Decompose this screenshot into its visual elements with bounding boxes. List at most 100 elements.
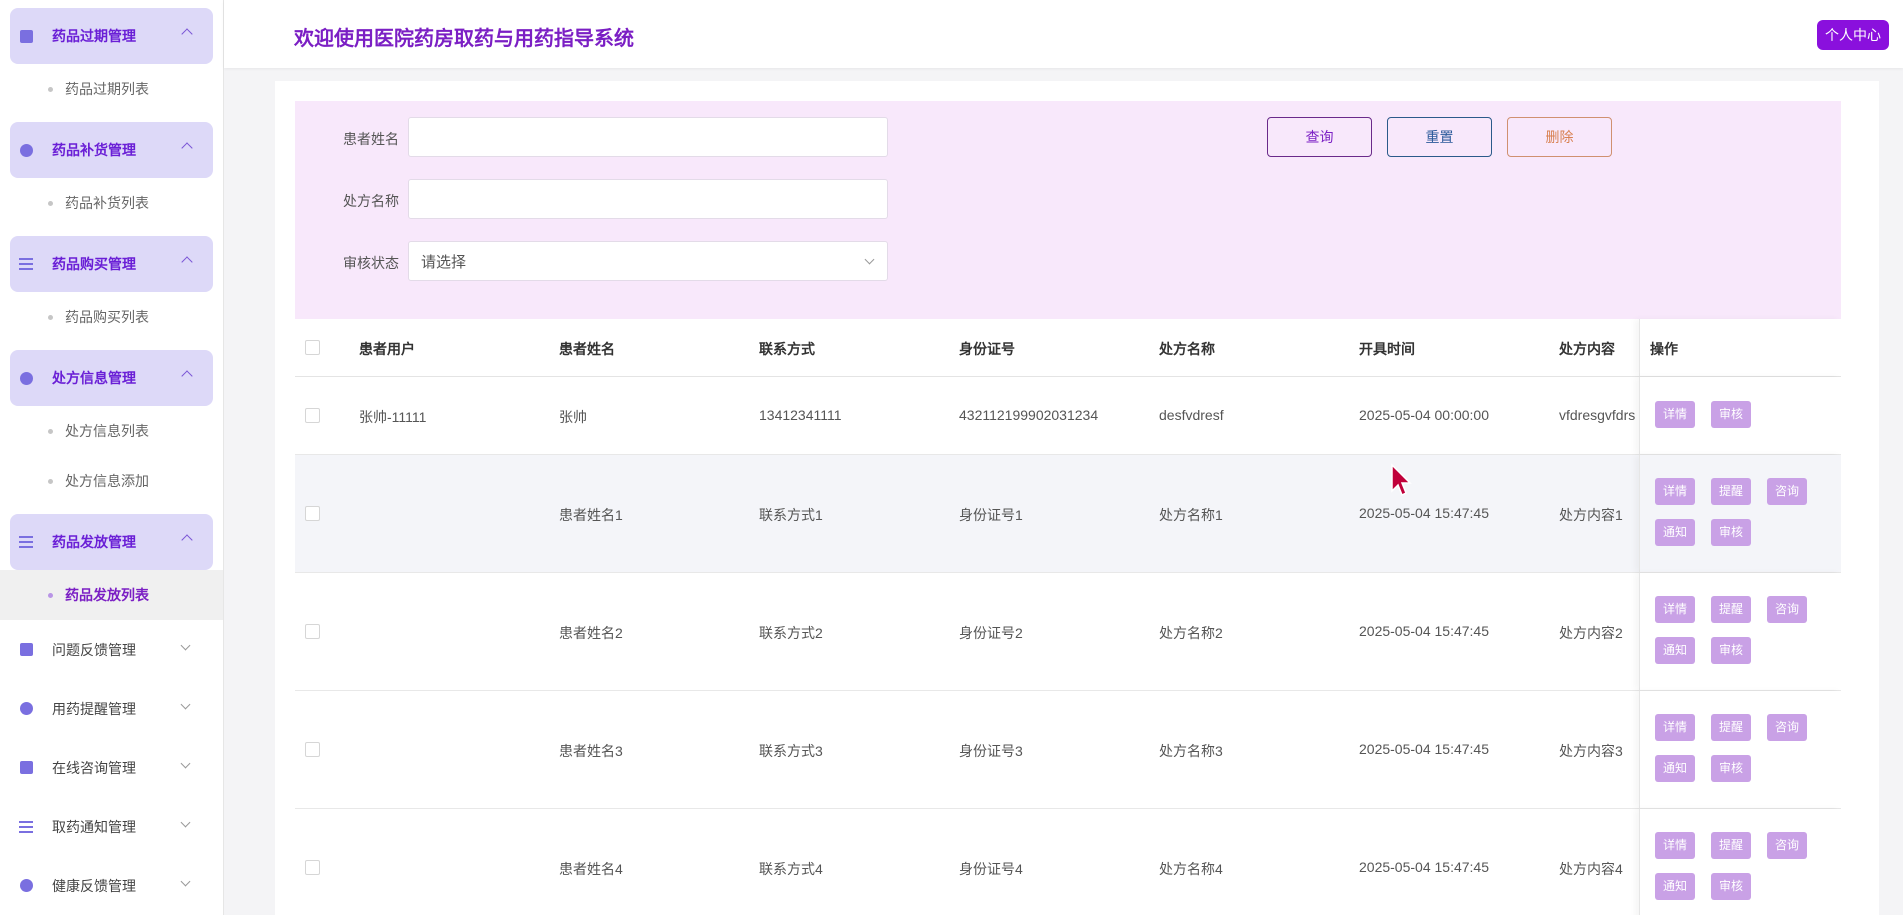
chevron-down-icon xyxy=(180,699,191,710)
profile-button[interactable]: 个人中心 xyxy=(1817,20,1889,50)
select-all-checkbox[interactable] xyxy=(305,340,320,355)
cell-phone: 联系方式1 xyxy=(759,507,823,523)
detail-button[interactable]: 详情 xyxy=(1655,401,1696,428)
cell-time: 2025-05-04 15:47:45 xyxy=(1359,859,1489,875)
database-icon xyxy=(18,878,34,894)
notify-button[interactable]: 通知 xyxy=(1655,637,1696,664)
consult-button[interactable]: 咨询 xyxy=(1767,596,1808,623)
sidebar-item-label: 药品过期列表 xyxy=(65,81,149,97)
consult-button[interactable]: 咨询 xyxy=(1767,714,1808,741)
notify-button[interactable]: 通知 xyxy=(1655,755,1696,782)
sidebar-item-label: 药品发放列表 xyxy=(65,587,149,603)
column-header: 处方内容 xyxy=(1559,341,1615,357)
sidebar-item-purchase-list[interactable]: 药品购买列表 xyxy=(0,292,223,342)
detail-button[interactable]: 详情 xyxy=(1655,596,1696,623)
row-checkbox[interactable] xyxy=(305,408,320,423)
review-status-select[interactable]: 请选择 xyxy=(408,241,888,281)
cell-idcard: 身份证号2 xyxy=(959,625,1023,641)
cell-name: 患者姓名4 xyxy=(559,861,623,877)
chevron-down-icon xyxy=(180,817,191,828)
patient-name-input[interactable] xyxy=(408,117,888,157)
cell-prescription-name: 处方名称1 xyxy=(1159,507,1223,523)
column-header: 开具时间 xyxy=(1359,341,1415,357)
menu-group-restock: 药品补货管理 药品补货列表 xyxy=(0,122,223,228)
operations-cell: 详情 提醒 咨询 通知 审核 xyxy=(1639,573,1841,690)
cell-prescription-name: 处方名称2 xyxy=(1159,625,1223,641)
cell-prescription-name: 处方名称3 xyxy=(1159,743,1223,759)
prescription-name-input[interactable] xyxy=(408,179,888,219)
operations-column: 操作 xyxy=(1639,319,1841,376)
notify-button[interactable]: 通知 xyxy=(1655,519,1696,546)
detail-button[interactable]: 详情 xyxy=(1655,832,1696,859)
edit-document-icon xyxy=(18,760,34,776)
menu-dispense[interactable]: 药品发放管理 xyxy=(10,514,213,570)
reset-button[interactable]: 重置 xyxy=(1387,117,1492,157)
menu-feedback[interactable]: 问题反馈管理 xyxy=(0,620,223,679)
cell-content: 处方内容2 xyxy=(1559,625,1623,641)
menu-group-dispense: 药品发放管理 药品发放列表 xyxy=(0,514,223,620)
review-button[interactable]: 审核 xyxy=(1711,519,1752,546)
review-button[interactable]: 审核 xyxy=(1711,873,1752,900)
consult-button[interactable]: 咨询 xyxy=(1767,832,1808,859)
detail-button[interactable]: 详情 xyxy=(1655,478,1696,505)
table-header: 患者用户 患者姓名 联系方式 身份证号 处方名称 开具时间 处方内容 操作 xyxy=(295,319,1841,377)
sidebar-item-label: 药品补货列表 xyxy=(65,195,149,211)
table-row: 患者姓名1 联系方式1 身份证号1 处方名称1 2025-05-04 15:47… xyxy=(295,455,1841,573)
row-checkbox[interactable] xyxy=(305,860,320,875)
menu-expired-drug[interactable]: 药品过期管理 xyxy=(10,8,213,64)
review-button[interactable]: 审核 xyxy=(1711,637,1752,664)
sidebar-item-restock-list[interactable]: 药品补货列表 xyxy=(0,178,223,228)
sidebar-item-prescription-add[interactable]: 处方信息添加 xyxy=(0,456,223,506)
review-button[interactable]: 审核 xyxy=(1711,755,1752,782)
menu-restock[interactable]: 药品补货管理 xyxy=(10,122,213,178)
menu-pickup-notice[interactable]: 取药通知管理 xyxy=(0,797,223,856)
remind-button[interactable]: 提醒 xyxy=(1711,714,1752,741)
menu-online-consult[interactable]: 在线咨询管理 xyxy=(0,738,223,797)
sidebar-item-prescription-list[interactable]: 处方信息列表 xyxy=(0,406,223,456)
list-icon xyxy=(18,819,34,835)
cell-phone: 联系方式2 xyxy=(759,625,823,641)
bullet-icon xyxy=(48,314,53,320)
bullet-icon xyxy=(48,478,53,484)
menu-prescription[interactable]: 处方信息管理 xyxy=(10,350,213,406)
cell-time: 2025-05-04 15:47:45 xyxy=(1359,741,1489,757)
bullet-icon xyxy=(48,200,53,206)
notify-button[interactable]: 通知 xyxy=(1655,873,1696,900)
sidebar-item-label: 处方信息添加 xyxy=(65,473,149,489)
row-checkbox[interactable] xyxy=(305,506,320,521)
sidebar-item-expired-list[interactable]: 药品过期列表 xyxy=(0,64,223,114)
remind-button[interactable]: 提醒 xyxy=(1711,478,1752,505)
review-button[interactable]: 审核 xyxy=(1711,401,1752,428)
query-button[interactable]: 查询 xyxy=(1267,117,1372,157)
cell-phone: 联系方式4 xyxy=(759,861,823,877)
chevron-up-icon xyxy=(181,534,193,546)
remind-button[interactable]: 提醒 xyxy=(1711,832,1752,859)
column-header: 患者姓名 xyxy=(559,341,615,357)
row-checkbox[interactable] xyxy=(305,742,320,757)
column-header: 操作 xyxy=(1650,341,1678,357)
remind-button[interactable]: 提醒 xyxy=(1711,596,1752,623)
table-row: 患者姓名2 联系方式2 身份证号2 处方名称2 2025-05-04 15:47… xyxy=(295,573,1841,691)
detail-button[interactable]: 详情 xyxy=(1655,714,1696,741)
cell-time: 2025-05-04 15:47:45 xyxy=(1359,623,1489,639)
menu-title: 用药提醒管理 xyxy=(52,700,136,717)
sidebar-item-dispense-list[interactable]: 药品发放列表 xyxy=(0,570,223,620)
cell-name: 患者姓名3 xyxy=(559,743,623,759)
cell-prescription-name: 处方名称4 xyxy=(1159,861,1223,877)
menu-purchase[interactable]: 药品购买管理 xyxy=(10,236,213,292)
menu-medication-reminder[interactable]: 用药提醒管理 xyxy=(0,679,223,738)
delete-button[interactable]: 删除 xyxy=(1507,117,1612,157)
sidebar-item-label: 处方信息列表 xyxy=(65,423,149,439)
consult-button[interactable]: 咨询 xyxy=(1767,478,1808,505)
menu-health-feedback[interactable]: 健康反馈管理 xyxy=(0,856,223,915)
row-checkbox[interactable] xyxy=(305,624,320,639)
chevron-up-icon xyxy=(181,142,193,154)
mouse-cursor-icon xyxy=(1391,463,1412,497)
table-row: 患者姓名3 联系方式3 身份证号3 处方名称3 2025-05-04 15:47… xyxy=(295,691,1841,809)
chevron-down-icon xyxy=(864,254,875,265)
cell-time: 2025-05-04 00:00:00 xyxy=(1359,407,1489,423)
cell-prescription-name: desfvdresf xyxy=(1159,407,1224,423)
cell-time: 2025-05-04 15:47:45 xyxy=(1359,505,1489,521)
sidebar-item-label: 药品购买列表 xyxy=(65,309,149,325)
operations-cell: 详情 提醒 咨询 通知 审核 xyxy=(1639,809,1841,915)
